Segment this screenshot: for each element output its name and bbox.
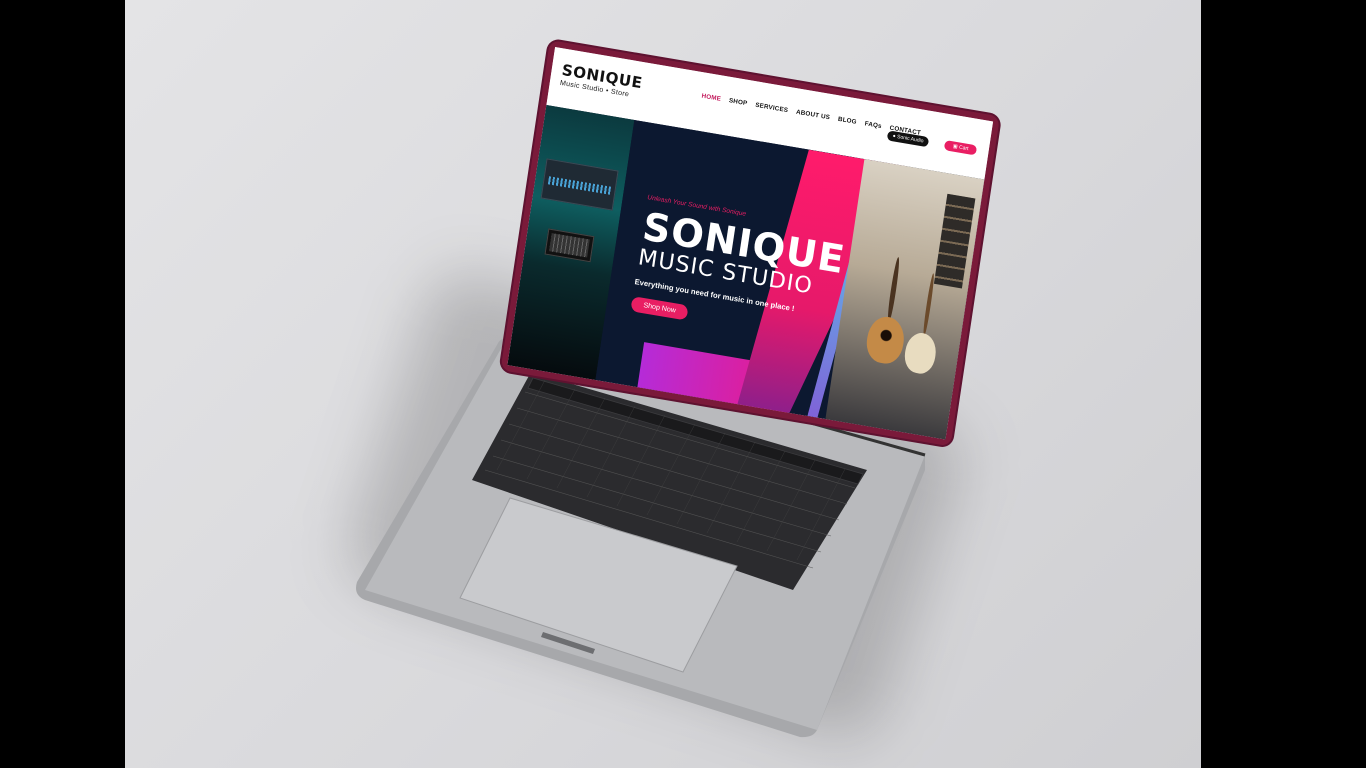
user-icon: ● xyxy=(892,133,897,140)
login-label: Sonic Audio xyxy=(896,133,924,145)
nav-item-shop[interactable]: SHOP xyxy=(728,97,747,107)
nav-item-about[interactable]: ABOUT US xyxy=(796,109,831,122)
background-stage: SONIQUE Music Studio • Store HOME SHOP S… xyxy=(125,0,1201,768)
nav-item-faqs[interactable]: FAQs xyxy=(864,120,882,130)
login-button[interactable]: ● Sonic Audio xyxy=(886,130,930,148)
electric-guitar-image xyxy=(902,330,939,376)
nav-item-services[interactable]: SERVICES xyxy=(755,102,789,115)
site-logo[interactable]: SONIQUE Music Studio • Store xyxy=(559,61,643,101)
nav-item-blog[interactable]: BLOG xyxy=(837,116,857,126)
studio-laptop-image xyxy=(544,228,595,263)
nav-item-home[interactable]: HOME xyxy=(701,93,721,103)
cart-icon: ▣ xyxy=(952,143,959,151)
cart-label: Cart xyxy=(958,144,969,153)
studio-monitor-image xyxy=(540,158,619,211)
bookshelf-image xyxy=(933,193,976,289)
guitar-neck xyxy=(922,273,936,336)
cart-button[interactable]: ▣ Cart xyxy=(944,140,978,156)
